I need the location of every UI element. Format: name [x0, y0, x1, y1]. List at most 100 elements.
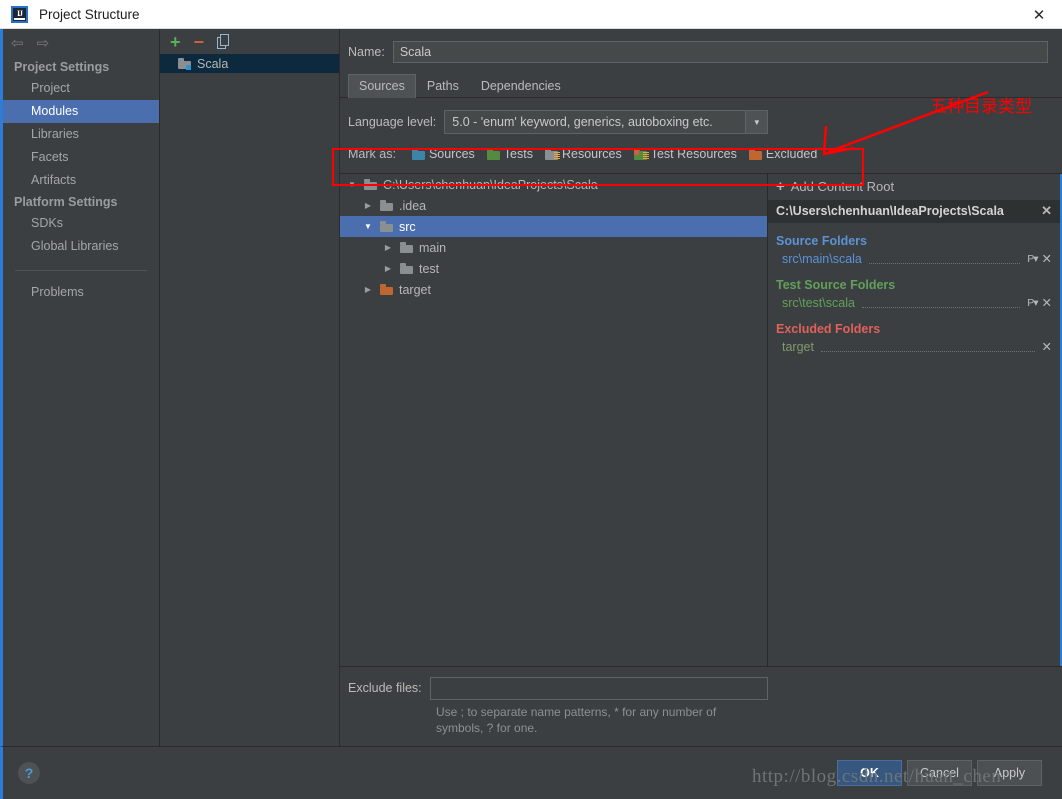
exclude-files-input[interactable] [429, 677, 768, 700]
copy-module-icon[interactable] [217, 34, 230, 49]
mark-as-tests-button[interactable]: Tests [486, 147, 533, 161]
mark-as-resources-button[interactable]: Resources [544, 147, 622, 161]
remove-test-source-folder-icon[interactable]: ✕ [1042, 295, 1052, 310]
mark-as-test-resources-button[interactable]: Test Resources [633, 147, 737, 161]
package-prefix-icon[interactable]: P▾ [1027, 297, 1038, 309]
sidebar-item-libraries[interactable]: Libraries [3, 123, 159, 146]
folder-excluded-icon [380, 284, 393, 295]
mark-as-excluded-label: Excluded [765, 147, 818, 161]
sidebar-group-project-settings: Project Settings [14, 60, 110, 74]
module-list-item-scala[interactable]: Scala [160, 54, 339, 73]
exclude-files-area: Exclude files: Use ; to separate name pa… [340, 666, 1062, 746]
navigation-arrows: ⇦ ⇨ [3, 29, 159, 57]
mark-as-resources-label: Resources [561, 147, 622, 161]
test-source-folder-entry[interactable]: src\test\scala P▾ ✕ [768, 294, 1060, 311]
twisty-expanded-icon[interactable]: ▼ [362, 222, 374, 231]
mark-as-test-resources-label: Test Resources [650, 147, 737, 161]
apply-button[interactable]: Apply [977, 760, 1042, 786]
tab-dependencies[interactable]: Dependencies [470, 74, 572, 98]
tree-row-label: src [399, 219, 416, 234]
mark-as-label: Mark as: [348, 147, 396, 161]
cancel-button[interactable]: Cancel [907, 760, 972, 786]
mark-as-row: Mark as: Sources Tests Resources Test Re… [340, 134, 1062, 173]
source-folder-entry[interactable]: src\main\scala P▾ ✕ [768, 250, 1060, 267]
sources-folder-icon [411, 148, 425, 160]
folder-icon [364, 179, 377, 190]
ok-button[interactable]: OK [837, 760, 902, 786]
tree-row-label: test [419, 261, 440, 276]
test-resources-folder-icon [633, 148, 649, 160]
mark-as-sources-button[interactable]: Sources [411, 147, 475, 161]
folder-icon [400, 242, 413, 253]
table-row[interactable]: ▶ main [340, 237, 767, 258]
content-root-header: C:\Users\chenhuan\IdeaProjects\Scala ✕ [768, 200, 1060, 223]
twisty-collapsed-icon[interactable]: ▶ [362, 201, 374, 210]
mark-as-excluded-button[interactable]: Excluded [748, 147, 818, 161]
close-icon[interactable]: ✕ [1016, 0, 1062, 29]
help-icon[interactable]: ? [18, 762, 40, 784]
add-content-root-button[interactable]: + Add Content Root [768, 174, 1060, 200]
directory-tree: ▼ C:\Users\chenhuan\IdeaProjects\Scala ▶… [340, 174, 768, 666]
tree-row-label: .idea [399, 198, 427, 213]
exclude-files-row: Exclude files: [348, 677, 1062, 700]
tab-paths[interactable]: Paths [416, 74, 470, 98]
sidebar-item-artifacts[interactable]: Artifacts [3, 169, 159, 192]
module-folder-icon [178, 58, 191, 70]
source-folder-path: src\main\scala [782, 251, 862, 266]
table-row[interactable]: ▶ test [340, 258, 767, 279]
sidebar-item-facets[interactable]: Facets [3, 146, 159, 169]
table-row[interactable]: ▼ C:\Users\chenhuan\IdeaProjects\Scala [340, 174, 767, 195]
tree-row-label: C:\Users\chenhuan\IdeaProjects\Scala [383, 177, 598, 192]
folder-icon [380, 221, 393, 232]
remove-content-root-icon[interactable]: ✕ [1041, 203, 1052, 219]
modules-toolbar: + − [160, 29, 339, 54]
chevron-down-icon[interactable]: ▼ [745, 111, 768, 133]
remove-source-folder-icon[interactable]: ✕ [1042, 251, 1052, 266]
tab-sources[interactable]: Sources [348, 74, 416, 98]
tree-row-label: target [399, 282, 431, 297]
module-content: Name: Sources Paths Dependencies Languag… [340, 29, 1062, 746]
project-structure-dialog: IJ Project Structure ✕ ⇦ ⇨ Project Setti… [0, 0, 1062, 799]
module-name-row: Name: [340, 29, 1062, 63]
modules-pane: + − Scala [160, 29, 340, 746]
dialog-body: ⇦ ⇨ Project Settings Project Modules Lib… [0, 29, 1062, 746]
remove-excluded-folder-icon[interactable]: ✕ [1042, 339, 1052, 354]
tree-row-label: main [419, 240, 447, 255]
test-source-folder-path: src\test\scala [782, 295, 855, 310]
twisty-collapsed-icon[interactable]: ▶ [362, 285, 374, 294]
leader-line [820, 341, 1035, 352]
twisty-collapsed-icon[interactable]: ▶ [382, 264, 394, 273]
window-title: Project Structure [39, 6, 140, 22]
excluded-folder-path: target [782, 339, 814, 354]
sidebar-item-global-libraries[interactable]: Global Libraries [3, 235, 159, 258]
resources-folder-icon [544, 148, 560, 160]
table-row[interactable]: ▶ .idea [340, 195, 767, 216]
add-module-icon[interactable]: + [170, 33, 181, 51]
settings-sidebar: ⇦ ⇨ Project Settings Project Modules Lib… [3, 29, 160, 746]
twisty-collapsed-icon[interactable]: ▶ [382, 243, 394, 252]
excluded-folder-entry[interactable]: target ✕ [768, 338, 1060, 355]
twisty-expanded-icon[interactable]: ▼ [346, 180, 358, 189]
dialog-footer: ? OK Cancel Apply [0, 746, 1062, 799]
excluded-folder-icon [748, 148, 762, 160]
sidebar-item-modules[interactable]: Modules [3, 100, 159, 123]
sidebar-item-sdks[interactable]: SDKs [3, 212, 159, 235]
language-level-select[interactable]: 5.0 - 'enum' keyword, generics, autoboxi… [444, 110, 769, 134]
sidebar-item-problems[interactable]: Problems [3, 281, 159, 304]
title-bar: IJ Project Structure ✕ [0, 0, 1062, 29]
sources-tree-area: ▼ C:\Users\chenhuan\IdeaProjects\Scala ▶… [340, 173, 1062, 666]
mark-as-tests-label: Tests [503, 147, 533, 161]
remove-module-icon[interactable]: − [194, 33, 205, 51]
table-row[interactable]: ▶ target [340, 279, 767, 300]
back-arrow-icon[interactable]: ⇦ [11, 36, 24, 51]
module-tabs: Sources Paths Dependencies [340, 63, 1062, 98]
test-source-folders-title: Test Source Folders [776, 278, 896, 292]
package-prefix-icon[interactable]: P▾ [1027, 253, 1038, 265]
sidebar-divider [15, 270, 147, 271]
folder-icon [400, 263, 413, 274]
table-row[interactable]: ▼ src [340, 216, 767, 237]
forward-arrow-icon[interactable]: ⇨ [37, 36, 50, 51]
sidebar-item-project[interactable]: Project [3, 77, 159, 100]
sidebar-group-platform-settings: Platform Settings [14, 195, 118, 209]
module-name-input[interactable] [392, 41, 1048, 63]
